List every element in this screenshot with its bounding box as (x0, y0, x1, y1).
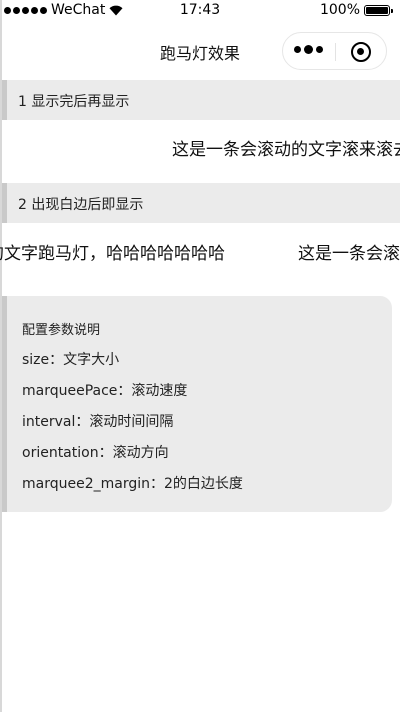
section-2-title: 2 出现白边后即显示 (18, 197, 144, 213)
mini-program-capsule (282, 32, 387, 70)
marquee-2-text-a: 这是一条会滚动的文字滚来滚去的文字跑马灯，哈哈哈哈哈哈哈 (0, 244, 225, 264)
config-item-marquee2-margin: marquee2_margin：2的白边长度 (22, 476, 243, 492)
section-2-header: 2 出现白边后即显示 (2, 183, 400, 223)
section-1-title: 1 显示完后再显示 (18, 94, 130, 110)
status-right: 100% (319, 2, 393, 18)
config-item-size: size：文字大小 (22, 352, 120, 368)
battery-icon (364, 4, 393, 16)
marquee-2: 这是一条会滚动的文字滚来滚去的文字跑马灯，哈哈哈哈哈哈哈 这是一条会滚动的文字滚… (0, 239, 400, 269)
config-info-card: 配置参数说明 size：文字大小 marqueePace：滚动速度 interv… (2, 296, 392, 512)
config-title: 配置参数说明 (22, 323, 101, 338)
status-bar: WeChat 17:43 100% (0, 0, 400, 24)
section-1-header: 1 显示完后再显示 (2, 80, 400, 120)
config-item-marquee-pace: marqueePace：滚动速度 (22, 383, 188, 399)
marquee-2-text-b: 这是一条会滚动的文字滚来滚去的文字跑马灯，哈哈哈哈哈哈哈 (298, 244, 400, 264)
config-item-interval: interval：滚动时间间隔 (22, 414, 174, 430)
marquee-1-text: 这是一条会滚动的文字滚来滚去的文字跑马灯，哈哈哈哈哈哈哈 (172, 140, 400, 160)
capsule-divider (335, 43, 336, 61)
config-item-orientation: orientation：滚动方向 (22, 445, 169, 461)
battery-percent: 100% (319, 2, 360, 18)
marquee-1: 这是一条会滚动的文字滚来滚去的文字跑马灯，哈哈哈哈哈哈哈 (0, 135, 400, 165)
more-icon[interactable] (294, 45, 323, 54)
close-icon[interactable] (351, 42, 371, 62)
